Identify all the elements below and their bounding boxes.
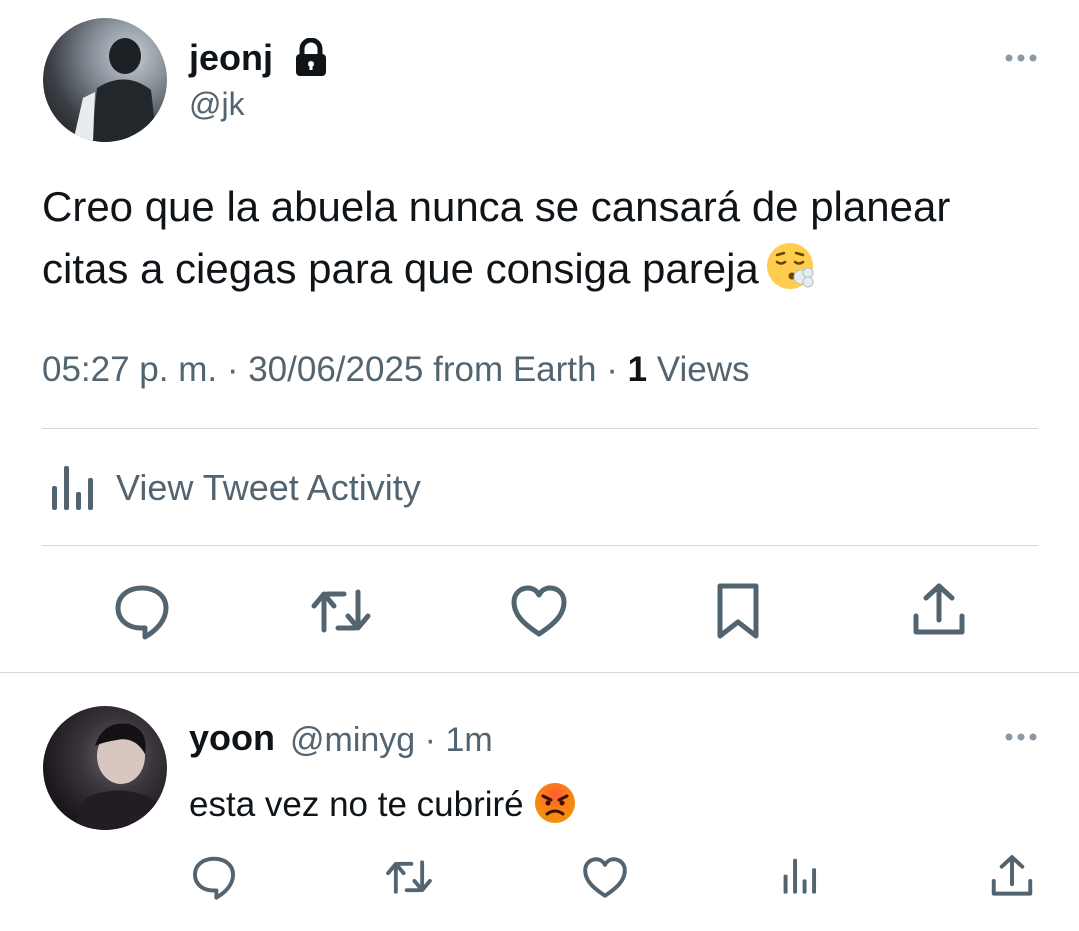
tweet-source: from Earth [423,350,597,389]
divider [0,672,1079,673]
views-count: 1 [627,350,648,389]
share-icon[interactable] [910,582,968,640]
face-exhaling-emoji [765,241,815,291]
like-icon[interactable] [510,584,568,642]
reply-metadata: @minyg · 1m [290,721,493,759]
retweet-icon[interactable] [385,854,432,900]
reply-author-name[interactable]: yoon [189,716,275,760]
retweet-icon[interactable] [310,582,371,640]
lock-icon [293,38,329,78]
bookmark-icon[interactable] [712,582,770,640]
author-name[interactable]: jeonj [189,36,273,80]
reply-text: esta vez no te cubriré [189,782,576,828]
tweet-time[interactable]: 05:27 p. m. [42,350,217,389]
like-icon[interactable] [582,856,628,902]
analytics-icon[interactable] [50,466,98,512]
author-handle[interactable]: @jk [189,84,245,124]
author-avatar[interactable] [43,18,167,142]
analytics-icon[interactable] [782,858,828,904]
divider [42,545,1038,546]
angry-face-emoji [534,782,576,824]
share-icon[interactable] [989,854,1035,900]
view-tweet-activity-link[interactable]: View Tweet Activity [116,466,421,510]
tweet-date[interactable]: 30/06/2025 [248,350,423,389]
tweet-text: Creo que la abuela nunca se cansará de p… [42,183,951,292]
reply-icon[interactable] [113,582,171,640]
reply-age[interactable]: 1m [445,721,492,759]
tweet-metadata: 05:27 p. m. · 30/06/2025 from Earth · 1 … [42,350,750,389]
views-label: Views [647,350,750,389]
reply-icon[interactable] [191,854,237,900]
reply-author-handle[interactable]: @minyg [290,721,415,759]
divider [42,428,1038,429]
more-icon[interactable] [1004,732,1038,742]
more-icon[interactable] [1004,53,1038,63]
reply-author-avatar[interactable] [43,706,167,830]
